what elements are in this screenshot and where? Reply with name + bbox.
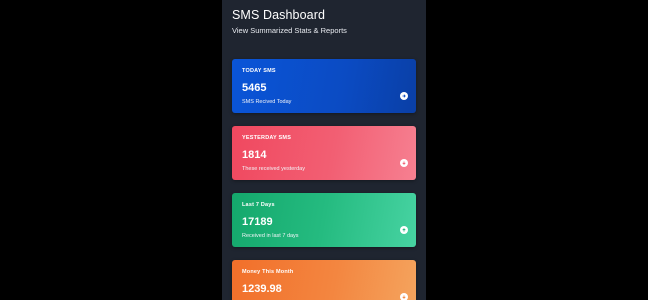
arrow-right-circle-icon[interactable] — [400, 92, 408, 100]
page-title: SMS Dashboard — [232, 8, 326, 22]
card-value: 5465 — [242, 82, 267, 94]
arrow-down-circle-icon[interactable] — [400, 159, 408, 167]
arrow-down-circle-icon[interactable] — [400, 293, 408, 300]
card-label: TODAY SMS — [242, 68, 276, 74]
card-value: 17189 — [242, 216, 273, 228]
card-value: 1239.98 — [242, 283, 282, 295]
card-label: Last 7 Days — [242, 202, 275, 208]
last-7-days-card[interactable]: Last 7 Days 17189 Received in last 7 day… — [232, 193, 416, 247]
card-value: 1814 — [242, 149, 267, 161]
card-label: YESTERDAY SMS — [242, 135, 292, 141]
card-description: Received in last 7 days — [242, 233, 299, 239]
app-screen: SMS Dashboard View Summarized Stats & Re… — [222, 0, 426, 300]
money-this-month-card[interactable]: Money This Month 1239.98 — [232, 260, 416, 300]
screen: SMS Dashboard View Summarized Stats & Re… — [0, 0, 648, 300]
yesterday-sms-card[interactable]: YESTERDAY SMS 1814 These received yester… — [232, 126, 416, 180]
arrow-up-circle-icon[interactable] — [400, 226, 408, 234]
card-description: SMS Recived Today — [242, 99, 292, 105]
today-sms-card[interactable]: TODAY SMS 5465 SMS Recived Today — [232, 59, 416, 113]
page-subtitle: View Summarized Stats & Reports — [232, 26, 347, 35]
card-label: Money This Month — [242, 269, 294, 275]
card-description: These received yesterday — [242, 166, 305, 172]
